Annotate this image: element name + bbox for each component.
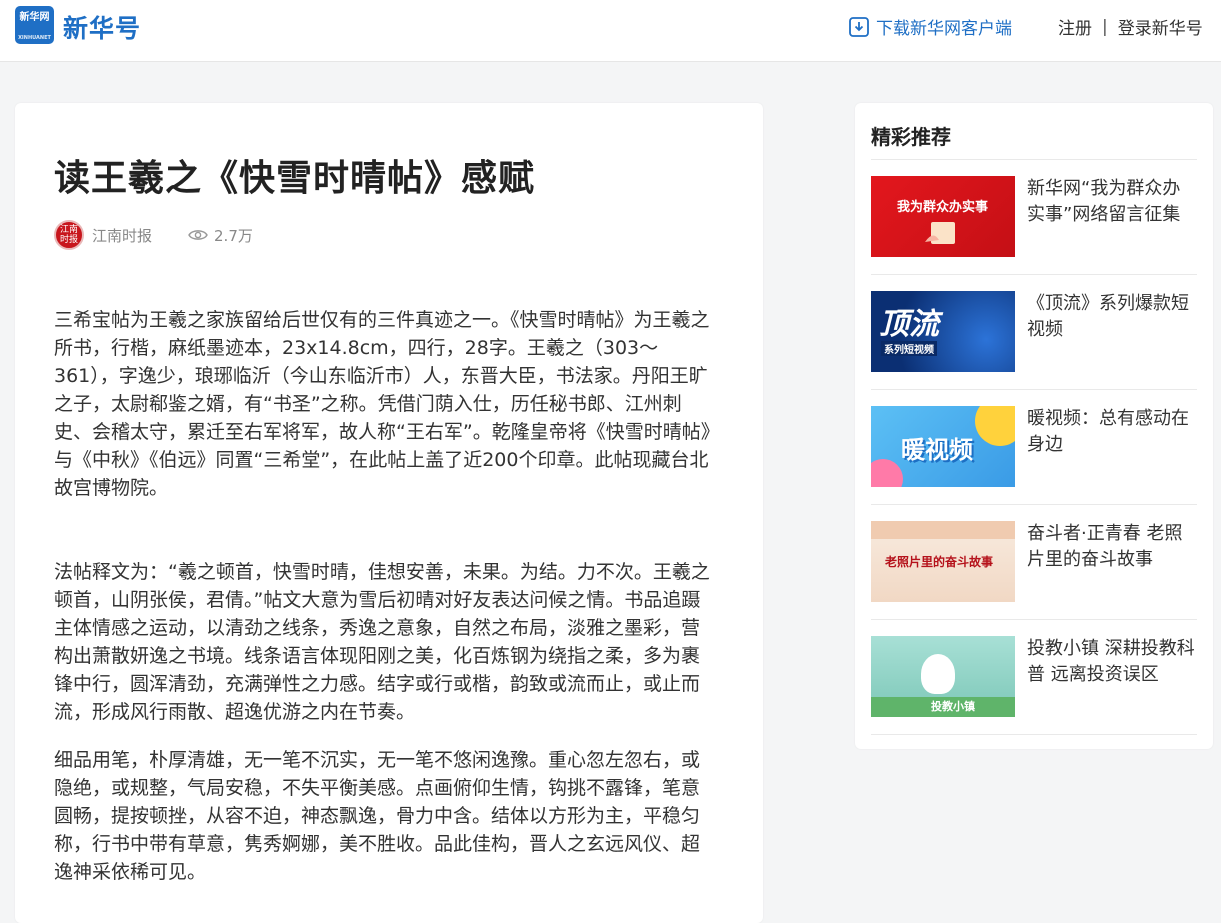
recommend-title: 新华网“我为群众办实事”网络留言征集 bbox=[1027, 178, 1181, 225]
source-name[interactable]: 江南时报 bbox=[92, 225, 152, 246]
download-app-label: 下载新华网客户端 bbox=[876, 19, 1012, 39]
article-paragraph: 法帖释文为：“羲之顿首，快雪时晴，佳想安善，未果。为结。力不次。王羲之顿首，山阴… bbox=[54, 561, 710, 723]
article-paragraph: 三希宝帖为王羲之家族留给后世仅有的三件真迹之一。《快雪时晴帖》为王羲之所书，行楷… bbox=[54, 309, 711, 499]
thumb-text: 顶流 bbox=[879, 307, 939, 342]
view-count-value: 2.7万 bbox=[214, 226, 253, 245]
logo-title[interactable]: 新华号 bbox=[63, 9, 141, 45]
xinhua-logo-badge[interactable]: 新华网 XINHUANET bbox=[15, 6, 54, 44]
auth-separator: | bbox=[1102, 16, 1108, 37]
article-title: 读王羲之《快雪时晴帖》感赋 bbox=[54, 158, 536, 199]
source-avatar[interactable]: 江南时报 bbox=[54, 220, 84, 250]
recommend-thumbnail: 投教小镇 bbox=[871, 636, 1015, 717]
recommend-thumbnail: 老照片里的奋斗故事 bbox=[871, 521, 1015, 602]
divider bbox=[871, 734, 1197, 735]
auth-links: 注册 | 登录新华号 bbox=[1058, 14, 1203, 40]
recommend-item[interactable]: 暖视频 暖视频：总有感动在身边 bbox=[871, 406, 1197, 487]
divider bbox=[871, 389, 1197, 390]
divider bbox=[871, 504, 1197, 505]
decor-band bbox=[871, 521, 1015, 539]
thumb-text: 老照片里的奋斗故事 bbox=[885, 555, 994, 569]
recommend-item[interactable]: 老照片里的奋斗故事 奋斗者·正青春 老照片里的奋斗故事 bbox=[871, 521, 1197, 602]
document-icon bbox=[925, 222, 955, 244]
eye-icon bbox=[188, 230, 208, 240]
recommend-sidebar: 精彩推荐 我为群众办实事 新华网“我为群众办实事”网络留言征集 顶流 系列短视频… bbox=[855, 103, 1213, 749]
article-card: 读王羲之《快雪时晴帖》感赋 江南时报 江南时报 2.7万 三希宝帖为王羲之家族留… bbox=[15, 103, 763, 923]
thumb-subtext: 系列短视频 bbox=[881, 341, 937, 356]
recommend-title: 暖视频：总有感动在身边 bbox=[1027, 408, 1189, 455]
article-meta: 江南时报 江南时报 2.7万 bbox=[54, 220, 253, 250]
panda-shape bbox=[921, 654, 955, 694]
logo-badge-text: 新华网 bbox=[19, 12, 50, 23]
decor-circle bbox=[871, 459, 903, 487]
register-link[interactable]: 注册 bbox=[1058, 14, 1092, 39]
login-link[interactable]: 登录新华号 bbox=[1118, 14, 1203, 39]
thumb-text: 暖视频 bbox=[901, 436, 973, 464]
download-app-link[interactable]: 下载新华网客户端 bbox=[848, 14, 1012, 39]
recommend-title: 《顶流》系列爆款短视频 bbox=[1027, 293, 1189, 340]
download-icon bbox=[849, 16, 869, 37]
sidebar-title: 精彩推荐 bbox=[871, 125, 951, 149]
recommend-item[interactable]: 我为群众办实事 新华网“我为群众办实事”网络留言征集 bbox=[871, 176, 1197, 257]
divider bbox=[871, 274, 1197, 275]
thumb-text: 我为群众办实事 bbox=[897, 200, 989, 215]
recommend-item[interactable]: 顶流 系列短视频 《顶流》系列爆款短视频 bbox=[871, 291, 1197, 372]
recommend-title: 奋斗者·正青春 老照片里的奋斗故事 bbox=[1027, 523, 1183, 570]
divider bbox=[871, 619, 1197, 620]
recommend-thumbnail: 暖视频 bbox=[871, 406, 1015, 487]
top-header: 新华网 XINHUANET 新华号 下载新华网客户端 注册 | 登录新华号 bbox=[0, 0, 1221, 62]
recommend-title: 投教小镇 深耕投教科普 远离投资误区 bbox=[1027, 638, 1195, 685]
recommend-item[interactable]: 投教小镇 投教小镇 深耕投教科普 远离投资误区 bbox=[871, 636, 1197, 717]
view-count: 2.7万 bbox=[188, 225, 253, 246]
decor-circle bbox=[975, 406, 1015, 446]
recommend-thumbnail: 我为群众办实事 bbox=[871, 176, 1015, 257]
thumb-text: 投教小镇 bbox=[931, 700, 975, 713]
source-avatar-text: 江南时报 bbox=[59, 225, 78, 245]
article-paragraph: 细品用笔，朴厚清雄，无一笔不沉实，无一笔不悠闲逸豫。重心忽左忽右，或隐绝，或规整… bbox=[54, 749, 701, 883]
article-body: 三希宝帖为王羲之家族留给后世仅有的三件真迹之一。《快雪时晴帖》为王羲之所书，行楷… bbox=[54, 306, 718, 886]
logo-badge-subtext: XINHUANET bbox=[18, 35, 51, 41]
recommend-thumbnail: 顶流 系列短视频 bbox=[871, 291, 1015, 372]
divider bbox=[871, 159, 1197, 160]
